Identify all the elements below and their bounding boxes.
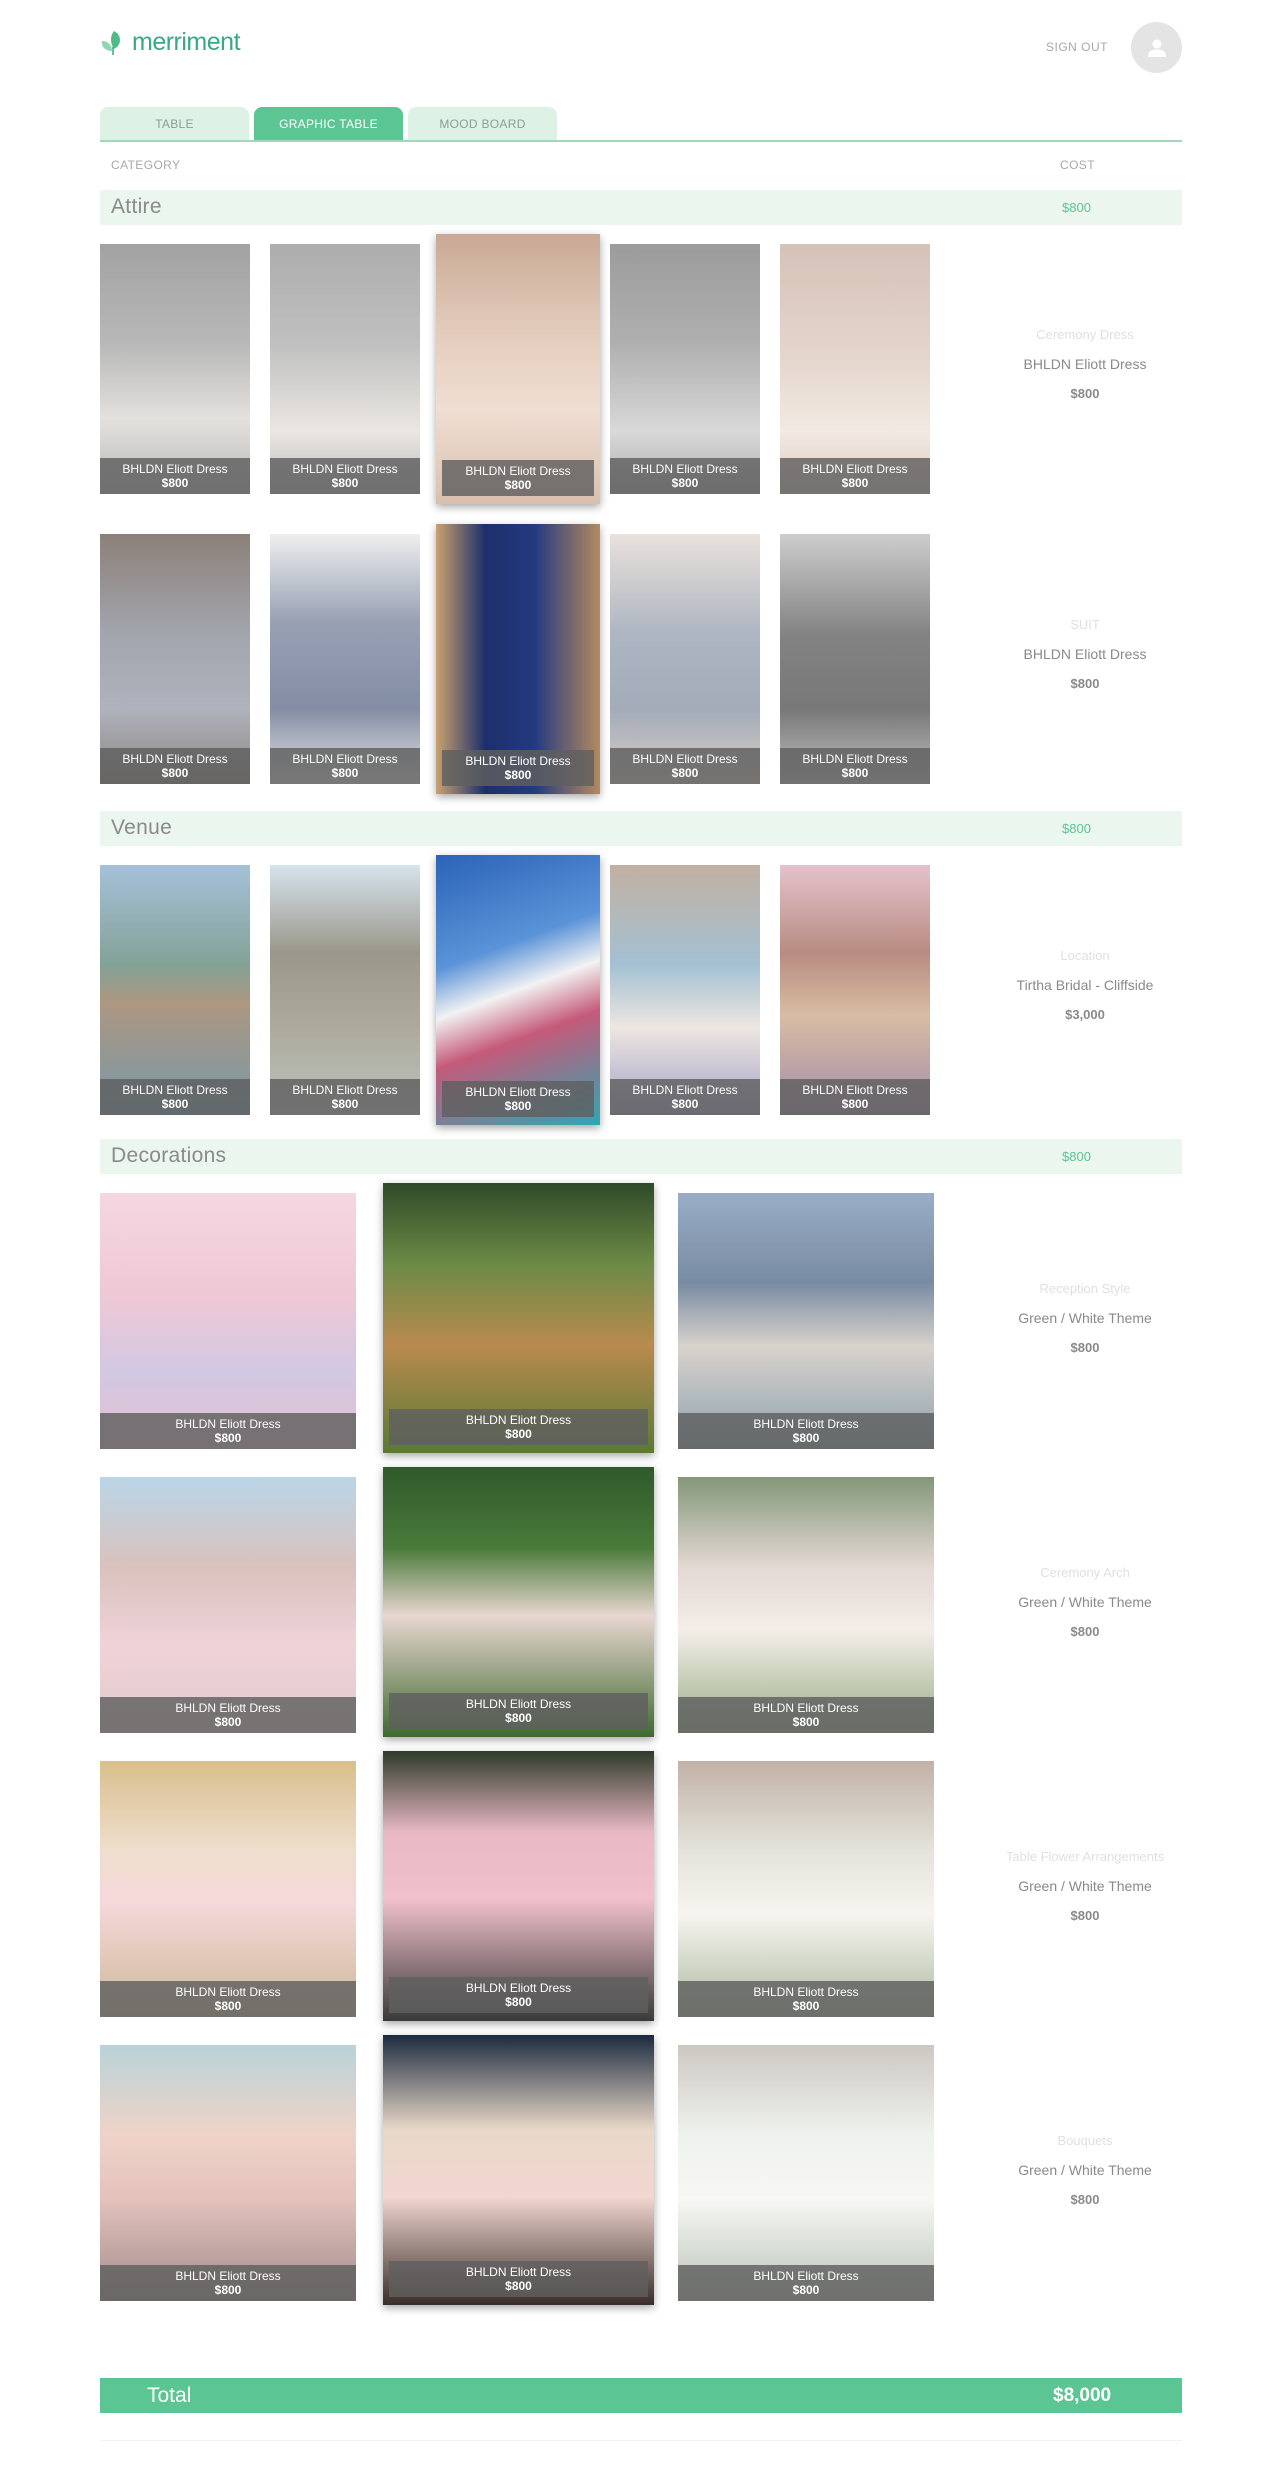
- total-label: Total: [147, 2384, 192, 2407]
- photo-caption: BHLDN Eliott Dress $800: [389, 1693, 648, 1729]
- leaf-logo-icon: [101, 30, 120, 55]
- venue-option-3-selected[interactable]: BHLDN Eliott Dress $800: [436, 855, 600, 1125]
- reception-style-option-1[interactable]: BHLDN Eliott Dress $800: [100, 1193, 356, 1449]
- section-title: Decorations: [111, 1144, 227, 1167]
- photo-caption: BHLDN Eliott Dress $800: [100, 1413, 356, 1449]
- photo-caption: BHLDN Eliott Dress $800: [678, 1697, 934, 1733]
- table-flowers-detail: Table Flower Arrangements Green / White …: [1005, 1849, 1165, 1923]
- user-icon: [1147, 39, 1166, 57]
- photo-caption: BHLDN Eliott Dress $800: [610, 748, 760, 784]
- section-cost: $800: [1062, 1149, 1091, 1164]
- decorations-section-header: Decorations $800: [100, 1139, 1182, 1174]
- location-detail: Location Tirtha Bridal - Cliffside $3,00…: [1016, 948, 1154, 1022]
- suit-option-1[interactable]: BHLDN Eliott Dress $800: [100, 534, 250, 784]
- bouquet-option-1[interactable]: BHLDN Eliott Dress $800: [100, 2045, 356, 2301]
- photo-caption: BHLDN Eliott Dress $800: [610, 1079, 760, 1115]
- photo-caption: BHLDN Eliott Dress $800: [442, 750, 594, 786]
- photo-caption: BHLDN Eliott Dress $800: [270, 1079, 420, 1115]
- total-bar: Total $8,000: [100, 2378, 1182, 2413]
- suit-option-2[interactable]: BHLDN Eliott Dress $800: [270, 534, 420, 784]
- section-cost: $800: [1062, 200, 1091, 215]
- tab-mood-board[interactable]: MOOD BOARD: [408, 107, 557, 140]
- photo-caption: BHLDN Eliott Dress $800: [100, 748, 250, 784]
- dress-option-3-selected[interactable]: BHLDN Eliott Dress $800: [436, 234, 600, 504]
- dress-option-4[interactable]: BHLDN Eliott Dress $800: [610, 244, 760, 494]
- photo-caption: BHLDN Eliott Dress $800: [100, 1981, 356, 2017]
- photo-caption: BHLDN Eliott Dress $800: [389, 1977, 648, 2013]
- photo-caption: BHLDN Eliott Dress $800: [442, 460, 594, 496]
- dress-option-2[interactable]: BHLDN Eliott Dress $800: [270, 244, 420, 494]
- reception-style-option-3[interactable]: BHLDN Eliott Dress $800: [678, 1193, 934, 1449]
- view-tabs: TABLE GRAPHIC TABLE MOOD BOARD: [100, 107, 1182, 142]
- table-flowers-option-1[interactable]: BHLDN Eliott Dress $800: [100, 1761, 356, 2017]
- ceremony-dress-detail: Ceremony Dress BHLDN Eliott Dress $800: [1023, 327, 1147, 401]
- footer-divider: [100, 2440, 1182, 2441]
- merriment-logo[interactable]: merriment: [100, 28, 241, 57]
- suit-option-3-selected[interactable]: BHLDN Eliott Dress $800: [436, 524, 600, 794]
- venue-option-1[interactable]: BHLDN Eliott Dress $800: [100, 865, 250, 1115]
- brand-name: merriment: [132, 28, 241, 56]
- tab-graphic-table[interactable]: GRAPHIC TABLE: [254, 107, 403, 140]
- photo-caption: BHLDN Eliott Dress $800: [270, 748, 420, 784]
- suit-detail: SUIT BHLDN Eliott Dress $800: [1023, 617, 1147, 691]
- sign-out-link[interactable]: SIGN OUT: [1046, 40, 1108, 54]
- photo-caption: BHLDN Eliott Dress $800: [678, 1413, 934, 1449]
- section-title: Attire: [111, 195, 162, 218]
- dress-option-5[interactable]: BHLDN Eliott Dress $800: [780, 244, 930, 494]
- ceremony-arch-option-1[interactable]: BHLDN Eliott Dress $800: [100, 1477, 356, 1733]
- photo-caption: BHLDN Eliott Dress $800: [780, 1079, 930, 1115]
- ceremony-arch-detail: Ceremony Arch Green / White Theme $800: [1018, 1565, 1152, 1639]
- ceremony-arch-option-3[interactable]: BHLDN Eliott Dress $800: [678, 1477, 934, 1733]
- bouquet-option-3[interactable]: BHLDN Eliott Dress $800: [678, 2045, 934, 2301]
- ceremony-arch-option-2-selected[interactable]: BHLDN Eliott Dress $800: [383, 1467, 654, 1737]
- avatar[interactable]: [1131, 22, 1182, 73]
- tab-table[interactable]: TABLE: [100, 107, 249, 140]
- attire-section-header: Attire $800: [100, 190, 1182, 225]
- dress-option-1[interactable]: BHLDN Eliott Dress $800: [100, 244, 250, 494]
- photo-caption: BHLDN Eliott Dress $800: [389, 2261, 648, 2297]
- section-cost: $800: [1062, 821, 1091, 836]
- table-flowers-option-2-selected[interactable]: BHLDN Eliott Dress $800: [383, 1751, 654, 2021]
- photo-caption: BHLDN Eliott Dress $800: [270, 458, 420, 494]
- total-value: $8,000: [1053, 2385, 1112, 2406]
- venue-option-4[interactable]: BHLDN Eliott Dress $800: [610, 865, 760, 1115]
- category-column-header: CATEGORY: [111, 158, 181, 172]
- suit-option-4[interactable]: BHLDN Eliott Dress $800: [610, 534, 760, 784]
- photo-caption: BHLDN Eliott Dress $800: [100, 458, 250, 494]
- reception-style-detail: Reception Style Green / White Theme $800: [1018, 1281, 1152, 1355]
- venue-section-header: Venue $800: [100, 811, 1182, 846]
- photo-caption: BHLDN Eliott Dress $800: [389, 1409, 648, 1445]
- venue-option-5[interactable]: BHLDN Eliott Dress $800: [780, 865, 930, 1115]
- photo-caption: BHLDN Eliott Dress $800: [100, 1079, 250, 1115]
- photo-caption: BHLDN Eliott Dress $800: [678, 1981, 934, 2017]
- section-title: Venue: [111, 816, 173, 839]
- photo-caption: BHLDN Eliott Dress $800: [610, 458, 760, 494]
- suit-option-5[interactable]: BHLDN Eliott Dress $800: [780, 534, 930, 784]
- photo-caption: BHLDN Eliott Dress $800: [780, 748, 930, 784]
- photo-caption: BHLDN Eliott Dress $800: [100, 1697, 356, 1733]
- photo-caption: BHLDN Eliott Dress $800: [100, 2265, 356, 2301]
- photo-caption: BHLDN Eliott Dress $800: [442, 1081, 594, 1117]
- cost-column-header: COST: [1060, 158, 1095, 172]
- photo-caption: BHLDN Eliott Dress $800: [678, 2265, 934, 2301]
- venue-option-2[interactable]: BHLDN Eliott Dress $800: [270, 865, 420, 1115]
- table-flowers-option-3[interactable]: BHLDN Eliott Dress $800: [678, 1761, 934, 2017]
- reception-style-option-2-selected[interactable]: BHLDN Eliott Dress $800: [383, 1183, 654, 1453]
- bouquet-option-2-selected[interactable]: BHLDN Eliott Dress $800: [383, 2035, 654, 2305]
- photo-caption: BHLDN Eliott Dress $800: [780, 458, 930, 494]
- bouquets-detail: Bouquets Green / White Theme $800: [1018, 2133, 1152, 2207]
